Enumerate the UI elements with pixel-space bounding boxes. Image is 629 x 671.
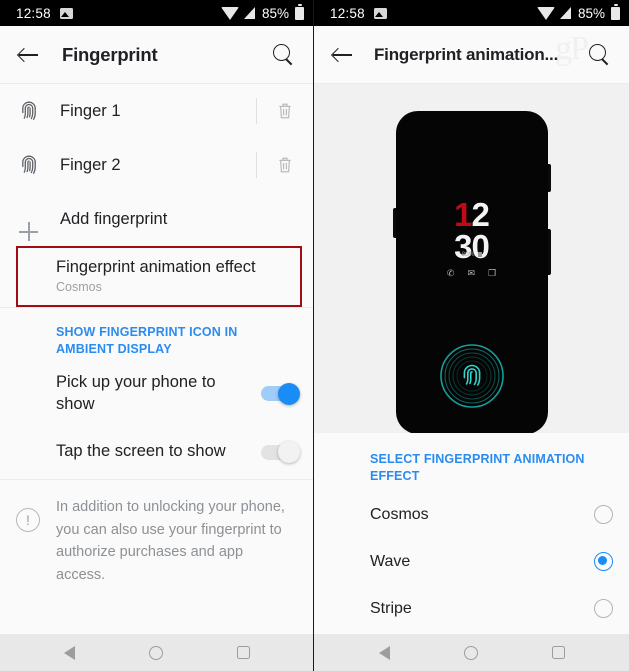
switch-knob	[278, 382, 300, 405]
left-phone-screen: 12:58 85% Fingerprint Finger 1 Finger 2 …	[0, 0, 314, 671]
nav-bar-left	[0, 634, 313, 671]
radio-cosmos[interactable]	[594, 505, 613, 524]
toggle-row-tap[interactable]: Tap the screen to show	[0, 425, 313, 479]
battery-icon	[295, 4, 304, 20]
app-bar-right: Fingerprint animation... gP	[314, 26, 629, 84]
radio-row-stripe[interactable]: Stripe	[314, 585, 629, 632]
screenshot-icon	[59, 7, 73, 19]
ambient-display-section-header: SHOW FINGERPRINT ICON IN AMBIENT DISPLAY	[56, 325, 238, 356]
search-icon[interactable]	[271, 42, 297, 68]
dual-screenshot-container: 12:58 85% Fingerprint Finger 1 Finger 2 …	[0, 0, 629, 671]
radio-row-wave[interactable]: Wave	[314, 538, 629, 585]
finger-label: Finger 1	[60, 101, 121, 120]
ambient-battery-text: 80%	[461, 251, 475, 258]
add-fingerprint-button[interactable]: Add fingerprint	[0, 192, 313, 246]
app-bar-left: Fingerprint	[0, 26, 313, 84]
volume-button	[547, 229, 551, 275]
fingerprint-animation-effect-row[interactable]: Fingerprint animation effect Cosmos	[0, 246, 313, 307]
page-title: Fingerprint	[62, 43, 158, 65]
option-label: Wave	[370, 552, 411, 570]
signal-icon	[243, 7, 255, 19]
back-arrow-icon[interactable]	[16, 42, 42, 68]
status-indicators: 85%	[220, 4, 304, 21]
info-note: ! In addition to unlocking your phone, y…	[0, 480, 313, 586]
nav-recents-icon[interactable]	[236, 646, 250, 659]
finger-label: Finger 2	[60, 155, 121, 174]
nav-home-icon[interactable]	[148, 645, 163, 660]
ambient-battery: 80%	[396, 251, 548, 258]
toggle-label: Tap the screen to show	[56, 442, 226, 461]
wifi-icon	[220, 6, 239, 20]
mail-icon: ✉	[467, 268, 475, 278]
nav-home-icon[interactable]	[463, 645, 478, 660]
animation-effect-value: Cosmos	[56, 280, 102, 294]
ambient-battery-icon	[477, 252, 482, 257]
message-icon: ❐	[488, 268, 497, 278]
radio-row-cosmos[interactable]: Cosmos	[314, 491, 629, 538]
status-time: 12:58	[330, 5, 365, 21]
list-item-finger-1[interactable]: Finger 1	[0, 84, 313, 138]
fingerprint-settings-list: Finger 1 Finger 2 Add fingerprint Finger…	[0, 84, 313, 634]
battery-percent: 85%	[261, 5, 289, 21]
status-indicators: 85%	[536, 4, 620, 21]
back-arrow-icon[interactable]	[330, 42, 356, 68]
screenshot-icon	[373, 7, 387, 19]
signal-icon	[559, 7, 571, 19]
fingerprint-icon	[16, 154, 42, 176]
select-animation-section-header: SELECT FINGERPRINT ANIMATION EFFECT	[370, 452, 585, 484]
phone-icon: ✆	[446, 268, 455, 278]
page-title: Fingerprint animation...	[374, 44, 559, 64]
battery-percent: 85%	[577, 5, 605, 21]
info-icon: !	[16, 508, 40, 533]
switch-knob	[278, 441, 300, 464]
ambient-clock-hour: 12	[396, 198, 548, 231]
radio-wave[interactable]	[594, 552, 613, 571]
option-label: Stripe	[370, 599, 412, 617]
add-fingerprint-label: Add fingerprint	[60, 209, 168, 228]
toggle-row-pickup[interactable]: Pick up your phone to show	[0, 362, 313, 426]
status-bar-left: 12:58 85%	[0, 0, 313, 26]
list-item-finger-2[interactable]: Finger 2	[0, 138, 313, 192]
nav-recents-icon[interactable]	[551, 646, 565, 659]
toggle-label: Pick up your phone to show	[56, 372, 216, 413]
status-bar-right: 12:58 85%	[314, 0, 629, 26]
fingerprint-icon	[16, 100, 42, 122]
radio-stripe[interactable]	[594, 599, 613, 618]
power-button	[547, 164, 551, 192]
wifi-icon	[536, 6, 555, 20]
phone-mockup: 12 30 80% ✆ ✉ ❐	[392, 111, 551, 434]
info-note-text: In addition to unlocking your phone, you…	[56, 499, 285, 583]
animation-preview-area: 12 30 80% ✆ ✉ ❐	[314, 84, 629, 434]
search-icon[interactable]	[587, 42, 613, 68]
trash-icon[interactable]	[257, 102, 313, 120]
pickup-to-show-switch[interactable]	[261, 382, 300, 405]
nav-bar-right	[314, 634, 629, 671]
battery-icon	[611, 4, 620, 20]
animation-effect-options: SELECT FINGERPRINT ANIMATION EFFECT Cosm…	[314, 433, 629, 634]
option-label: Cosmos	[370, 505, 429, 523]
ambient-notification-icons: ✆ ✉ ❐	[396, 269, 548, 278]
fingerprint-animation-icon	[439, 343, 505, 414]
status-time: 12:58	[16, 5, 51, 21]
nav-back-icon[interactable]	[63, 645, 75, 660]
animation-effect-title: Fingerprint animation effect	[56, 258, 256, 276]
nav-back-icon[interactable]	[378, 645, 390, 660]
trash-icon[interactable]	[257, 156, 313, 174]
tap-to-show-switch[interactable]	[261, 441, 300, 464]
watermark: gP	[555, 30, 589, 67]
right-phone-screen: 12:58 85% Fingerprint animation... gP 12	[314, 0, 629, 671]
